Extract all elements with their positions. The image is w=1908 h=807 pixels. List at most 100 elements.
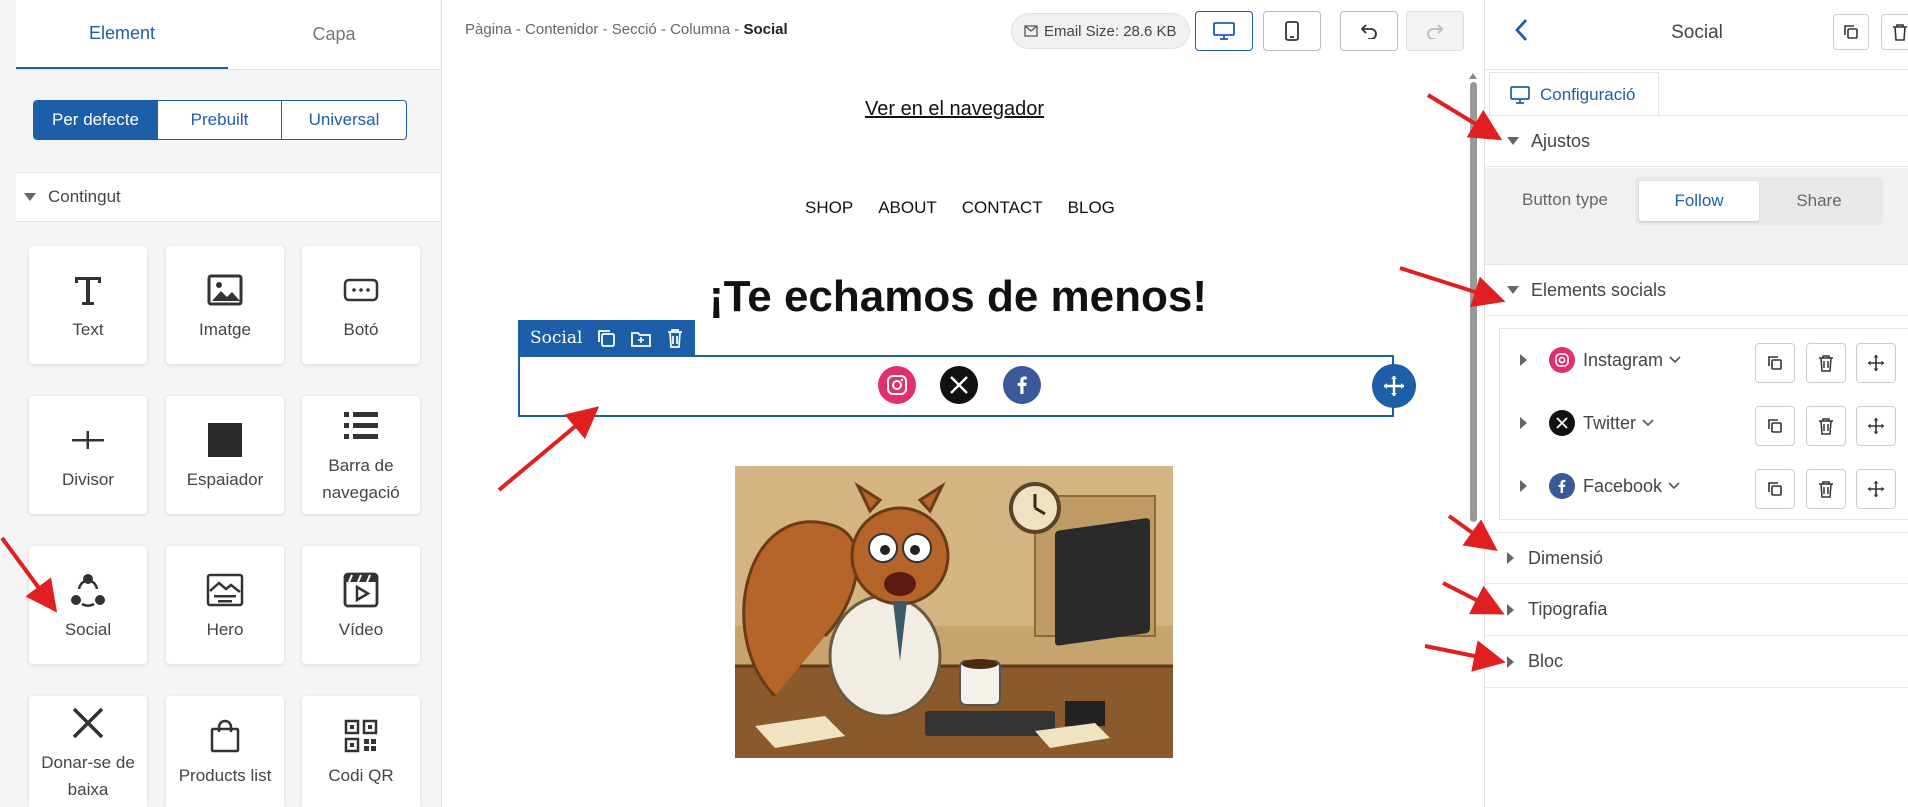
- facebook-icon[interactable]: [1003, 366, 1041, 404]
- social-item-facebook[interactable]: Facebook: [1500, 455, 1908, 517]
- move-handle[interactable]: [1372, 364, 1416, 408]
- x-twitter-icon: [1549, 410, 1575, 436]
- block-card-espaiador[interactable]: Espaiador: [166, 396, 284, 514]
- section-ajustos[interactable]: Ajustos: [1485, 115, 1908, 167]
- delete-item-button[interactable]: [1806, 406, 1846, 446]
- unsubscribe-icon: [71, 701, 105, 745]
- divider-icon: [70, 418, 106, 462]
- social-item-instagram[interactable]: Instagram: [1500, 329, 1908, 391]
- block-card-label: Products list: [178, 766, 272, 785]
- button-type-share[interactable]: Share: [1759, 181, 1879, 221]
- block-card-label: Social: [64, 619, 112, 639]
- left-tabs: Element Capa: [16, 0, 440, 70]
- navbar-icon: [343, 404, 379, 448]
- block-card-boto[interactable]: Botó: [302, 246, 420, 364]
- selection-label: Social: [530, 328, 583, 348]
- section-tipografia[interactable]: Tipografia: [1485, 584, 1908, 636]
- block-card-hero[interactable]: Hero: [166, 546, 284, 664]
- move-item-button[interactable]: [1856, 406, 1896, 446]
- desktop-view-button[interactable]: [1195, 11, 1253, 51]
- block-card-label: Hero: [206, 619, 244, 639]
- button-icon: [343, 268, 379, 312]
- duplicate-item-button[interactable]: [1755, 343, 1795, 383]
- duplicate-icon[interactable]: [596, 328, 616, 348]
- caret-right-icon: [1507, 655, 1514, 668]
- canvas-scrollbar[interactable]: [1468, 72, 1478, 527]
- selection-toolbar: Social: [518, 320, 695, 356]
- tab-capa[interactable]: Capa: [228, 0, 440, 69]
- save-block-icon[interactable]: [630, 328, 652, 348]
- caret-right-icon: [1507, 603, 1514, 616]
- duplicate-item-button[interactable]: [1755, 406, 1795, 446]
- delete-item-button[interactable]: [1806, 469, 1846, 509]
- tab-configuracio[interactable]: Configuració: [1489, 72, 1659, 116]
- menu-item-about[interactable]: ABOUT: [878, 198, 937, 218]
- block-card-divisor[interactable]: Divisor: [29, 396, 147, 514]
- block-card-donar-baixa[interactable]: Donar-se de baixa: [29, 696, 147, 807]
- x-twitter-icon[interactable]: [940, 366, 978, 404]
- block-card-products-list[interactable]: Products list: [166, 696, 284, 807]
- chevron-down-icon[interactable]: [1668, 482, 1680, 490]
- delete-block-button[interactable]: [1881, 14, 1908, 50]
- segment-prebuilt[interactable]: Prebuilt: [158, 101, 282, 139]
- section-dimensio[interactable]: Dimensió: [1485, 532, 1908, 584]
- chevron-down-icon[interactable]: [1669, 356, 1681, 364]
- block-card-barra-navegacio[interactable]: Barra de navegació: [302, 396, 420, 514]
- menu-item-shop[interactable]: SHOP: [805, 198, 853, 218]
- email-nav-menu: SHOP ABOUT CONTACT BLOG: [805, 198, 1115, 218]
- block-card-text[interactable]: Text: [29, 246, 147, 364]
- video-icon: [343, 568, 379, 612]
- facebook-icon: [1549, 473, 1575, 499]
- expand-caret-icon[interactable]: [1520, 417, 1527, 429]
- instagram-icon: [1549, 347, 1575, 373]
- duplicate-block-button[interactable]: [1833, 14, 1869, 50]
- scroll-up-icon: [1469, 73, 1477, 79]
- expand-caret-icon[interactable]: [1520, 480, 1527, 492]
- block-card-label: Codi QR: [328, 766, 394, 785]
- caret-down-icon: [1507, 137, 1519, 145]
- menu-item-contact[interactable]: CONTACT: [962, 198, 1043, 218]
- desktop-icon: [1213, 22, 1235, 40]
- block-card-social[interactable]: Social: [29, 546, 147, 664]
- delete-item-button[interactable]: [1806, 343, 1846, 383]
- segment-universal[interactable]: Universal: [282, 101, 406, 139]
- view-in-browser-link[interactable]: Ver en el navegador: [865, 98, 1044, 121]
- email-hero-image[interactable]: [735, 466, 1173, 758]
- email-headline[interactable]: ¡Te echamos de menos!: [701, 272, 1215, 322]
- section-elements-socials[interactable]: Elements socials: [1485, 264, 1908, 316]
- move-icon: [1868, 355, 1884, 371]
- move-item-button[interactable]: [1856, 469, 1896, 509]
- menu-item-blog[interactable]: BLOG: [1068, 198, 1115, 218]
- trash-icon: [1819, 418, 1833, 435]
- right-panel: Social Configuració Ajustos Button type …: [1484, 0, 1908, 807]
- text-icon: [73, 268, 103, 312]
- caret-down-icon: [1507, 286, 1519, 294]
- tab-element[interactable]: Element: [16, 0, 228, 69]
- expand-caret-icon[interactable]: [1520, 354, 1527, 366]
- block-card-label: Text: [72, 319, 104, 339]
- section-contingut[interactable]: Contingut: [16, 172, 440, 222]
- undo-button[interactable]: [1340, 11, 1398, 51]
- section-bloc[interactable]: Bloc: [1485, 636, 1908, 688]
- segment-per-defecte[interactable]: Per defecte: [34, 101, 158, 139]
- block-card-imatge[interactable]: Imatge: [166, 246, 284, 364]
- move-item-button[interactable]: [1856, 343, 1896, 383]
- social-item-twitter[interactable]: Twitter: [1500, 392, 1908, 454]
- breadcrumb-path[interactable]: Pàgina - Contenidor - Secció - Columna -: [465, 21, 743, 38]
- trash-icon[interactable]: [666, 328, 684, 348]
- trash-icon: [1892, 24, 1907, 41]
- duplicate-item-button[interactable]: [1755, 469, 1795, 509]
- tab-configuracio-label: Configuració: [1540, 84, 1636, 104]
- redo-button[interactable]: [1406, 11, 1464, 51]
- block-card-video[interactable]: Vídeo: [302, 546, 420, 664]
- qr-code-icon: [344, 714, 378, 758]
- mobile-view-button[interactable]: [1263, 11, 1321, 51]
- social-icon: [70, 568, 106, 612]
- shopping-bag-icon: [209, 714, 241, 758]
- button-type-follow[interactable]: Follow: [1639, 181, 1759, 221]
- chevron-down-icon[interactable]: [1642, 419, 1654, 427]
- block-card-codi-qr[interactable]: Codi QR: [302, 696, 420, 807]
- scroll-thumb[interactable]: [1470, 82, 1477, 522]
- block-card-label: Espaiador: [186, 469, 264, 489]
- instagram-icon[interactable]: [878, 366, 916, 404]
